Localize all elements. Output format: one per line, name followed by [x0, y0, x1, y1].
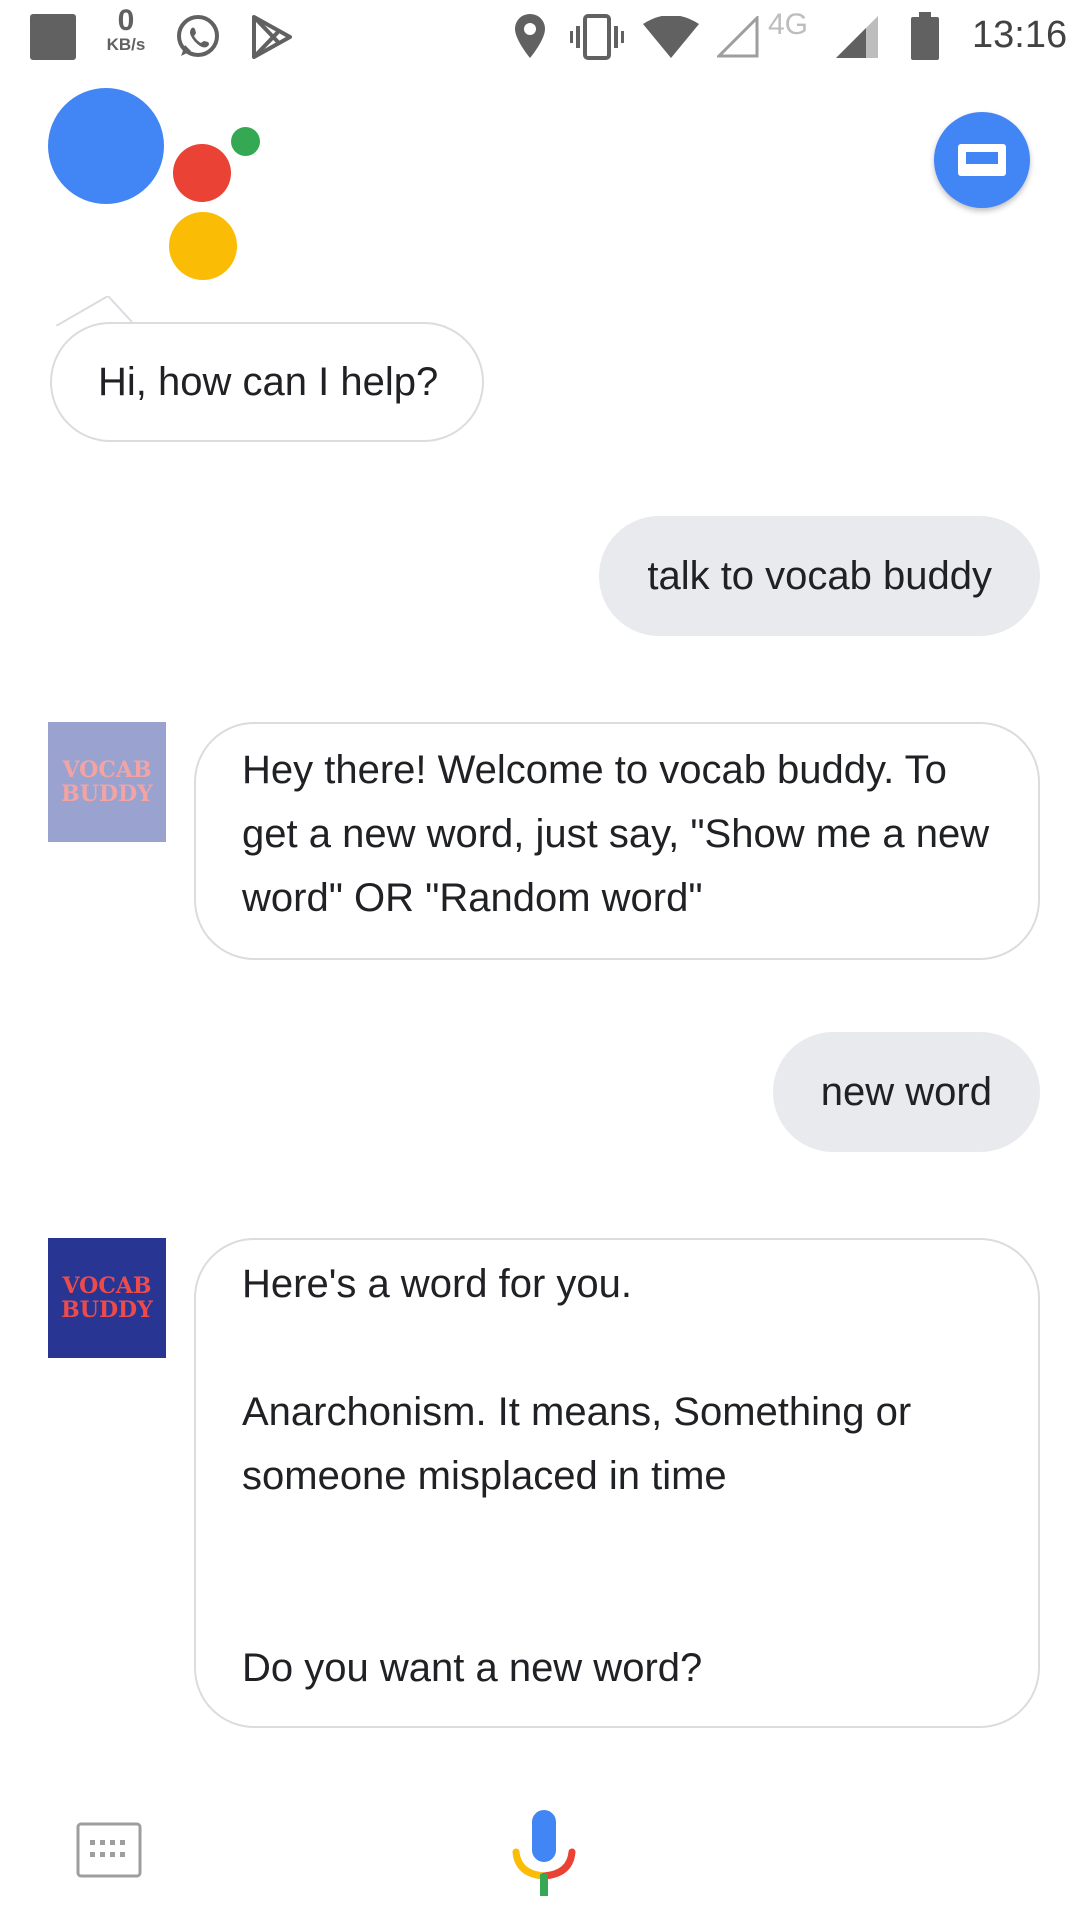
bot-message: Hey there! Welcome to vocab buddy. To ge…: [194, 722, 1040, 960]
assistant-dot-red: [173, 144, 231, 202]
play-store-icon: [250, 14, 294, 65]
microphone-icon: [512, 1810, 576, 1896]
bot-message: Here's a word for you. Anarchonism. It m…: [194, 1238, 1040, 1728]
microphone-button[interactable]: [512, 1810, 576, 1901]
network-speed-value: 0: [117, 4, 135, 37]
user-message[interactable]: talk to vocab buddy: [599, 516, 1040, 636]
signal-icon: [715, 14, 759, 63]
whatsapp-icon: [173, 12, 223, 67]
notification-square-icon: [30, 14, 76, 60]
location-icon: [513, 12, 547, 65]
network-speed-unit: KB/s: [106, 35, 146, 54]
vibrate-icon: [570, 14, 624, 65]
screen-context-button[interactable]: [934, 112, 1030, 208]
keyboard-button[interactable]: [76, 1822, 142, 1883]
user-message[interactable]: new word: [772, 1032, 1040, 1152]
assistant-dot-yellow: [169, 212, 237, 280]
network-speed: 0 KB/s: [96, 6, 156, 54]
assistant-dot-green: [231, 127, 260, 156]
avatar-text-line2: BUDDY: [61, 1297, 153, 1323]
clock: 13:16: [972, 14, 1068, 56]
vocab-buddy-avatar: VOCAB BUDDY: [48, 722, 166, 842]
vocab-buddy-avatar: VOCAB BUDDY: [48, 1238, 166, 1358]
signal-strength-icon: [836, 16, 878, 63]
battery-icon: [911, 12, 939, 65]
network-type: 4G: [768, 8, 809, 41]
avatar-text-line2: BUDDY: [61, 781, 153, 807]
avatar-text-line1: VOCAB: [62, 757, 152, 783]
assistant-greeting: Hi, how can I help?: [50, 322, 484, 442]
keyboard-icon: [76, 1822, 142, 1878]
screen-icon: [958, 144, 1006, 176]
assistant-dot-blue: [48, 88, 164, 204]
status-bar: 0 KB/s 4G 13:16: [0, 0, 1080, 72]
avatar-text-line1: VOCAB: [62, 1273, 152, 1299]
wifi-icon: [643, 15, 699, 63]
